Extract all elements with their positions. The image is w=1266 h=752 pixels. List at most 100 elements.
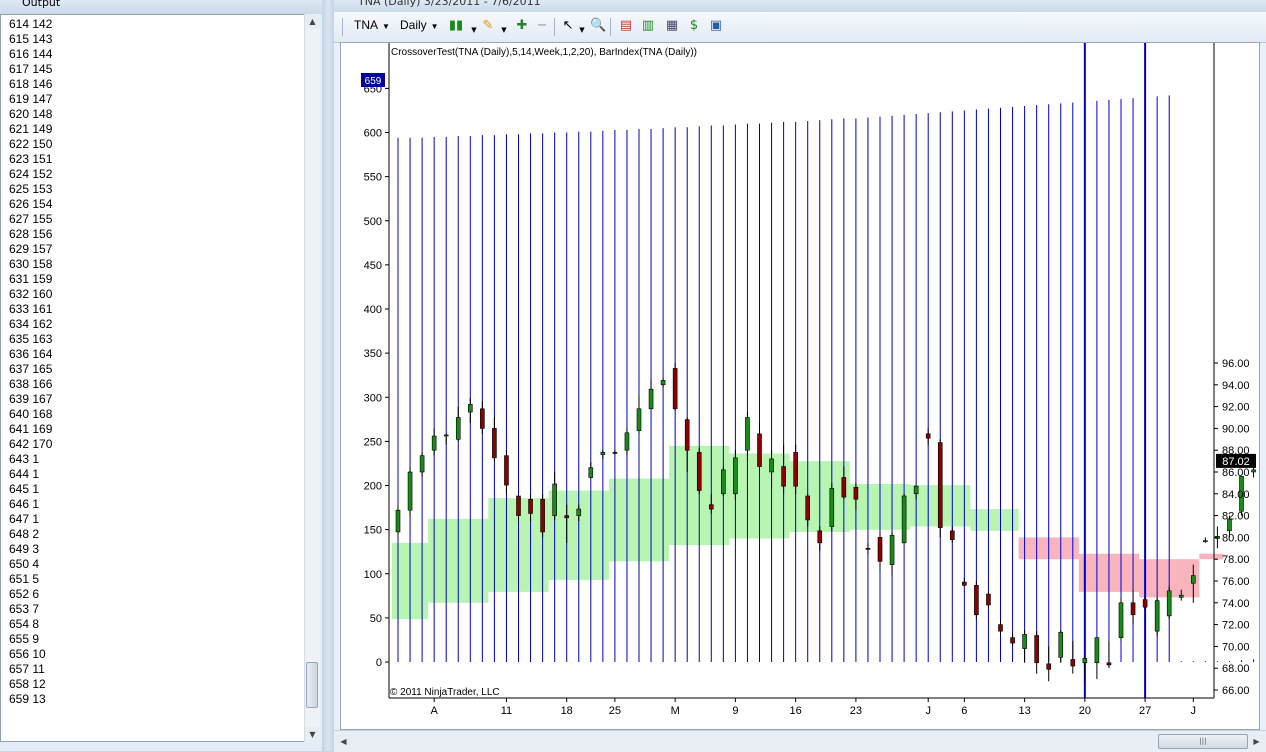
right-tick-label: 78.00 <box>1222 554 1250 566</box>
candle <box>612 450 618 455</box>
candle-body-up <box>745 417 750 451</box>
output-line: 638 166 <box>9 377 53 391</box>
interval-selector[interactable]: Daily ▼ <box>400 18 439 32</box>
candle-body-down <box>1106 662 1112 666</box>
candle-body-down <box>480 408 485 429</box>
scroll-up-arrow-icon[interactable]: ▲ <box>305 14 320 29</box>
x-tick-label: 18 <box>561 705 573 717</box>
data-box-icon[interactable]: ▦ <box>664 18 680 34</box>
output-window-titlebar[interactable]: Output <box>0 0 322 14</box>
candle <box>1130 589 1136 625</box>
left-tick-label: 200 <box>364 481 382 493</box>
candle-body-down <box>841 477 847 498</box>
output-line: 624 152 <box>9 167 53 181</box>
output-line: 625 153 <box>9 182 53 196</box>
scroll-down-arrow-icon[interactable]: ▼ <box>305 727 320 742</box>
price-chart[interactable]: 0501001502002503003504004505005506006506… <box>341 43 1259 729</box>
output-window-title: Output <box>22 0 61 9</box>
output-lines: 614 142 615 143 616 144 617 145 618 146 619 1… <box>9 17 52 707</box>
right-tick-label: 66.00 <box>1222 685 1250 697</box>
output-line: 630 158 <box>9 257 53 271</box>
chart-horizontal-scrollbar[interactable]: ◀ ||| ▶ <box>334 730 1266 752</box>
x-tick-label: 20 <box>1079 705 1091 717</box>
pencil-icon[interactable]: ✎ <box>480 18 496 34</box>
output-line: 647 1 <box>9 512 40 526</box>
chart-window-titlebar[interactable]: TNA (Daily) 3/23/2011 - 7/6/2011 <box>334 0 1266 12</box>
toolbar-separator <box>554 18 555 36</box>
candle <box>1251 466 1256 478</box>
output-line: 633 161 <box>9 302 53 316</box>
properties-icon[interactable]: ▣ <box>708 18 724 34</box>
output-line: 657 11 <box>9 662 45 676</box>
right-tick-label: 94.00 <box>1222 380 1250 392</box>
red-band <box>1199 553 1224 560</box>
candle <box>540 493 545 538</box>
toolbar-separator <box>342 18 343 36</box>
chart-style-icon[interactable]: ▮▮ <box>448 18 464 34</box>
window-splitter[interactable] <box>322 0 334 751</box>
right-tick-label: 76.00 <box>1222 576 1250 588</box>
candle-body-up <box>648 388 654 410</box>
candle-body-up <box>1203 540 1208 543</box>
output-vertical-scrollbar[interactable]: ▲ ▼ <box>304 14 320 742</box>
zoom-in-icon[interactable]: ✚ <box>514 18 530 34</box>
x-tick-label: 6 <box>961 705 967 717</box>
candle-body-up <box>407 471 413 511</box>
strategies-icon[interactable]: ▤ <box>618 18 634 34</box>
output-text-pane[interactable]: 614 142 615 143 616 144 617 145 618 146 619 1… <box>0 14 320 742</box>
candle-body-up <box>395 509 401 533</box>
toolbar-separator <box>610 18 611 36</box>
chevron-down-icon[interactable]: ▼ <box>496 22 512 38</box>
candle <box>407 466 413 516</box>
search-icon[interactable]: 🔍 <box>590 18 606 34</box>
candle <box>1010 633 1015 647</box>
output-scroll-thumb[interactable] <box>306 662 318 708</box>
candle <box>672 363 678 411</box>
candle-body-down <box>684 419 690 451</box>
candle <box>949 526 955 543</box>
scroll-grip: ||| <box>1199 737 1207 745</box>
output-line: 635 163 <box>9 332 53 346</box>
candle-body-down <box>528 498 533 514</box>
output-line: 616 144 <box>9 47 53 61</box>
candle-body-up <box>1166 590 1172 617</box>
dollar-icon[interactable]: $ <box>686 18 702 34</box>
candle-body-down <box>757 433 762 467</box>
right-tick-label: 86.00 <box>1222 467 1250 479</box>
candle-body-down <box>949 530 955 540</box>
left-tick-label: 100 <box>364 569 382 581</box>
candle-body-up <box>443 434 449 437</box>
chart-panel[interactable]: 0 50 100 150 200 250 300 350 400 450 500 550 600 650 6… <box>340 42 1260 730</box>
output-line: 642 170 <box>9 437 53 451</box>
candle <box>1022 630 1027 663</box>
output-line: 621 149 <box>9 122 53 136</box>
candle <box>395 504 401 538</box>
output-line: 650 4 <box>9 557 40 571</box>
scroll-right-arrow-icon[interactable]: ▶ <box>1249 734 1264 749</box>
output-line: 643 1 <box>9 452 40 466</box>
x-tick-label: A <box>430 705 438 717</box>
candle <box>480 401 485 434</box>
zoom-out-icon[interactable]: − <box>534 18 550 34</box>
output-line: 639 167 <box>9 392 53 406</box>
candle-body-down <box>516 495 521 516</box>
candle-body-up <box>1190 575 1196 584</box>
chart-scroll-thumb[interactable]: ||| <box>1158 734 1248 749</box>
candle-body-up <box>1154 600 1160 632</box>
candle-body-down <box>853 486 859 500</box>
left-tick-label: 350 <box>364 348 382 360</box>
indicators-icon[interactable]: ▥ <box>640 18 656 34</box>
chart-window: TNA (Daily) 3/23/2011 - 7/6/2011 TNA ▼ Da… <box>334 0 1266 752</box>
output-line: 649 3 <box>9 542 40 556</box>
output-line: 654 8 <box>9 617 40 631</box>
instrument-selector[interactable]: TNA ▼ <box>354 18 390 32</box>
candle <box>660 378 666 387</box>
left-tick-label: 300 <box>364 392 382 404</box>
chevron-down-icon[interactable]: ▼ <box>574 22 590 38</box>
candle <box>974 581 979 620</box>
scroll-left-arrow-icon[interactable]: ◀ <box>336 734 351 749</box>
candle <box>1046 646 1052 682</box>
candle <box>721 466 726 496</box>
candle-body-up <box>1058 631 1064 658</box>
candle-body-down <box>1010 637 1015 644</box>
